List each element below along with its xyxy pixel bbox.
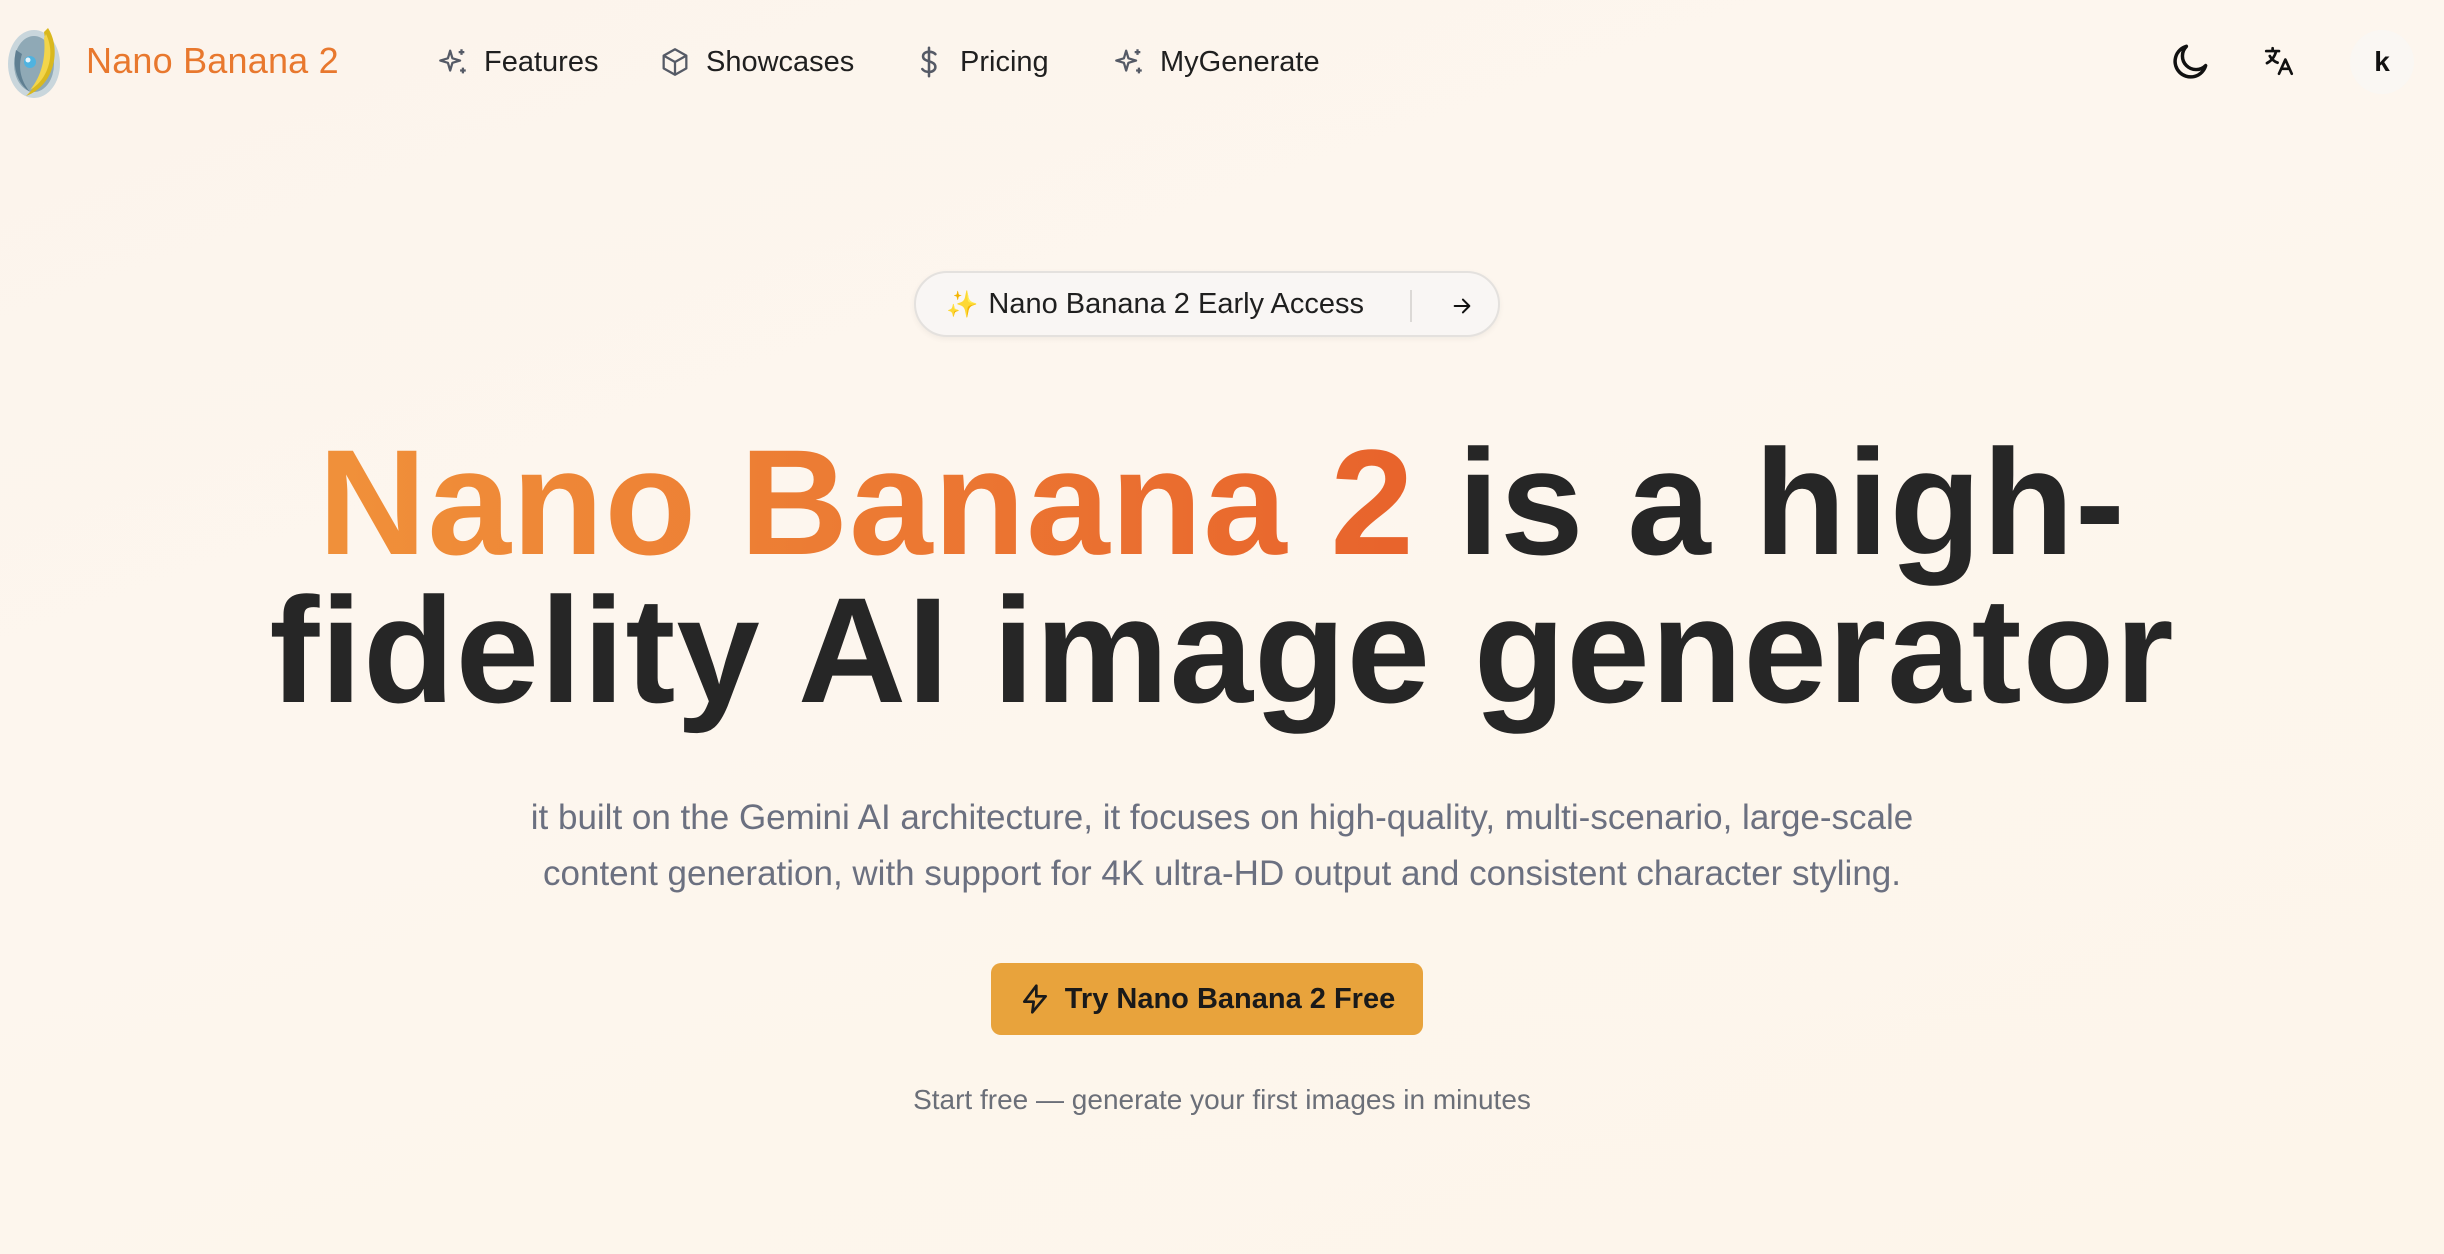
dollar-icon: [921, 46, 937, 78]
lightning-icon: [1022, 984, 1047, 1014]
early-access-badge[interactable]: ✨ Nano Banana 2 Early Access: [914, 271, 1500, 337]
hero-subtitle: it built on the Gemini AI architecture, …: [0, 790, 2444, 902]
nav-showcases[interactable]: Showcases: [658, 40, 854, 84]
sparkle-icon: ✨: [946, 288, 979, 319]
nav-showcases-label: Showcases: [706, 45, 855, 78]
sparkles-icon: [439, 49, 466, 74]
headline-accent: Nano Banana 2: [318, 418, 1415, 586]
logo[interactable]: [4, 20, 62, 102]
try-free-button[interactable]: Try Nano Banana 2 Free: [991, 963, 1423, 1035]
nav-features-label: Features: [484, 45, 599, 78]
badge-divider: [1410, 290, 1412, 322]
nav-mygenerate[interactable]: MyGenerate: [1112, 40, 1320, 84]
theme-toggle-button[interactable]: [2166, 36, 2216, 86]
banana-logo-icon: [8, 28, 60, 98]
nav-features[interactable]: Features: [436, 40, 598, 84]
translate-icon: [2264, 46, 2294, 76]
early-access-text: Nano Banana 2 Early Access: [988, 287, 1364, 320]
headline-line1-rest: is a high-: [1414, 418, 2126, 586]
subtitle-line2: content generation, with support for 4K …: [543, 854, 1901, 893]
headline-line2: fidelity AI image generator: [269, 566, 2175, 734]
brand-name[interactable]: Nano Banana 2: [86, 40, 339, 82]
nav-pricing[interactable]: Pricing: [912, 40, 1049, 84]
user-avatar[interactable]: k: [2350, 30, 2414, 94]
box-icon: [662, 48, 688, 76]
nav-mygenerate-label: MyGenerate: [1160, 45, 1320, 78]
language-button[interactable]: [2254, 36, 2304, 86]
nav-pricing-label: Pricing: [960, 45, 1049, 78]
site-header: Nano Banana 2 Features Showcases Pricing…: [0, 0, 2444, 124]
sparkles-icon: [1115, 49, 1142, 74]
hero-headline: Nano Banana 2 is a high- fidelity AI ima…: [0, 427, 2444, 725]
try-free-label: Try Nano Banana 2 Free: [1064, 982, 1396, 1015]
arrow-right-icon: [1446, 290, 1478, 322]
start-free-note: Start free — generate your first images …: [913, 1084, 1531, 1115]
avatar-initial: k: [2374, 46, 2390, 77]
moon-icon: [2173, 44, 2208, 79]
subtitle-line1: it built on the Gemini AI architecture, …: [530, 798, 1914, 837]
